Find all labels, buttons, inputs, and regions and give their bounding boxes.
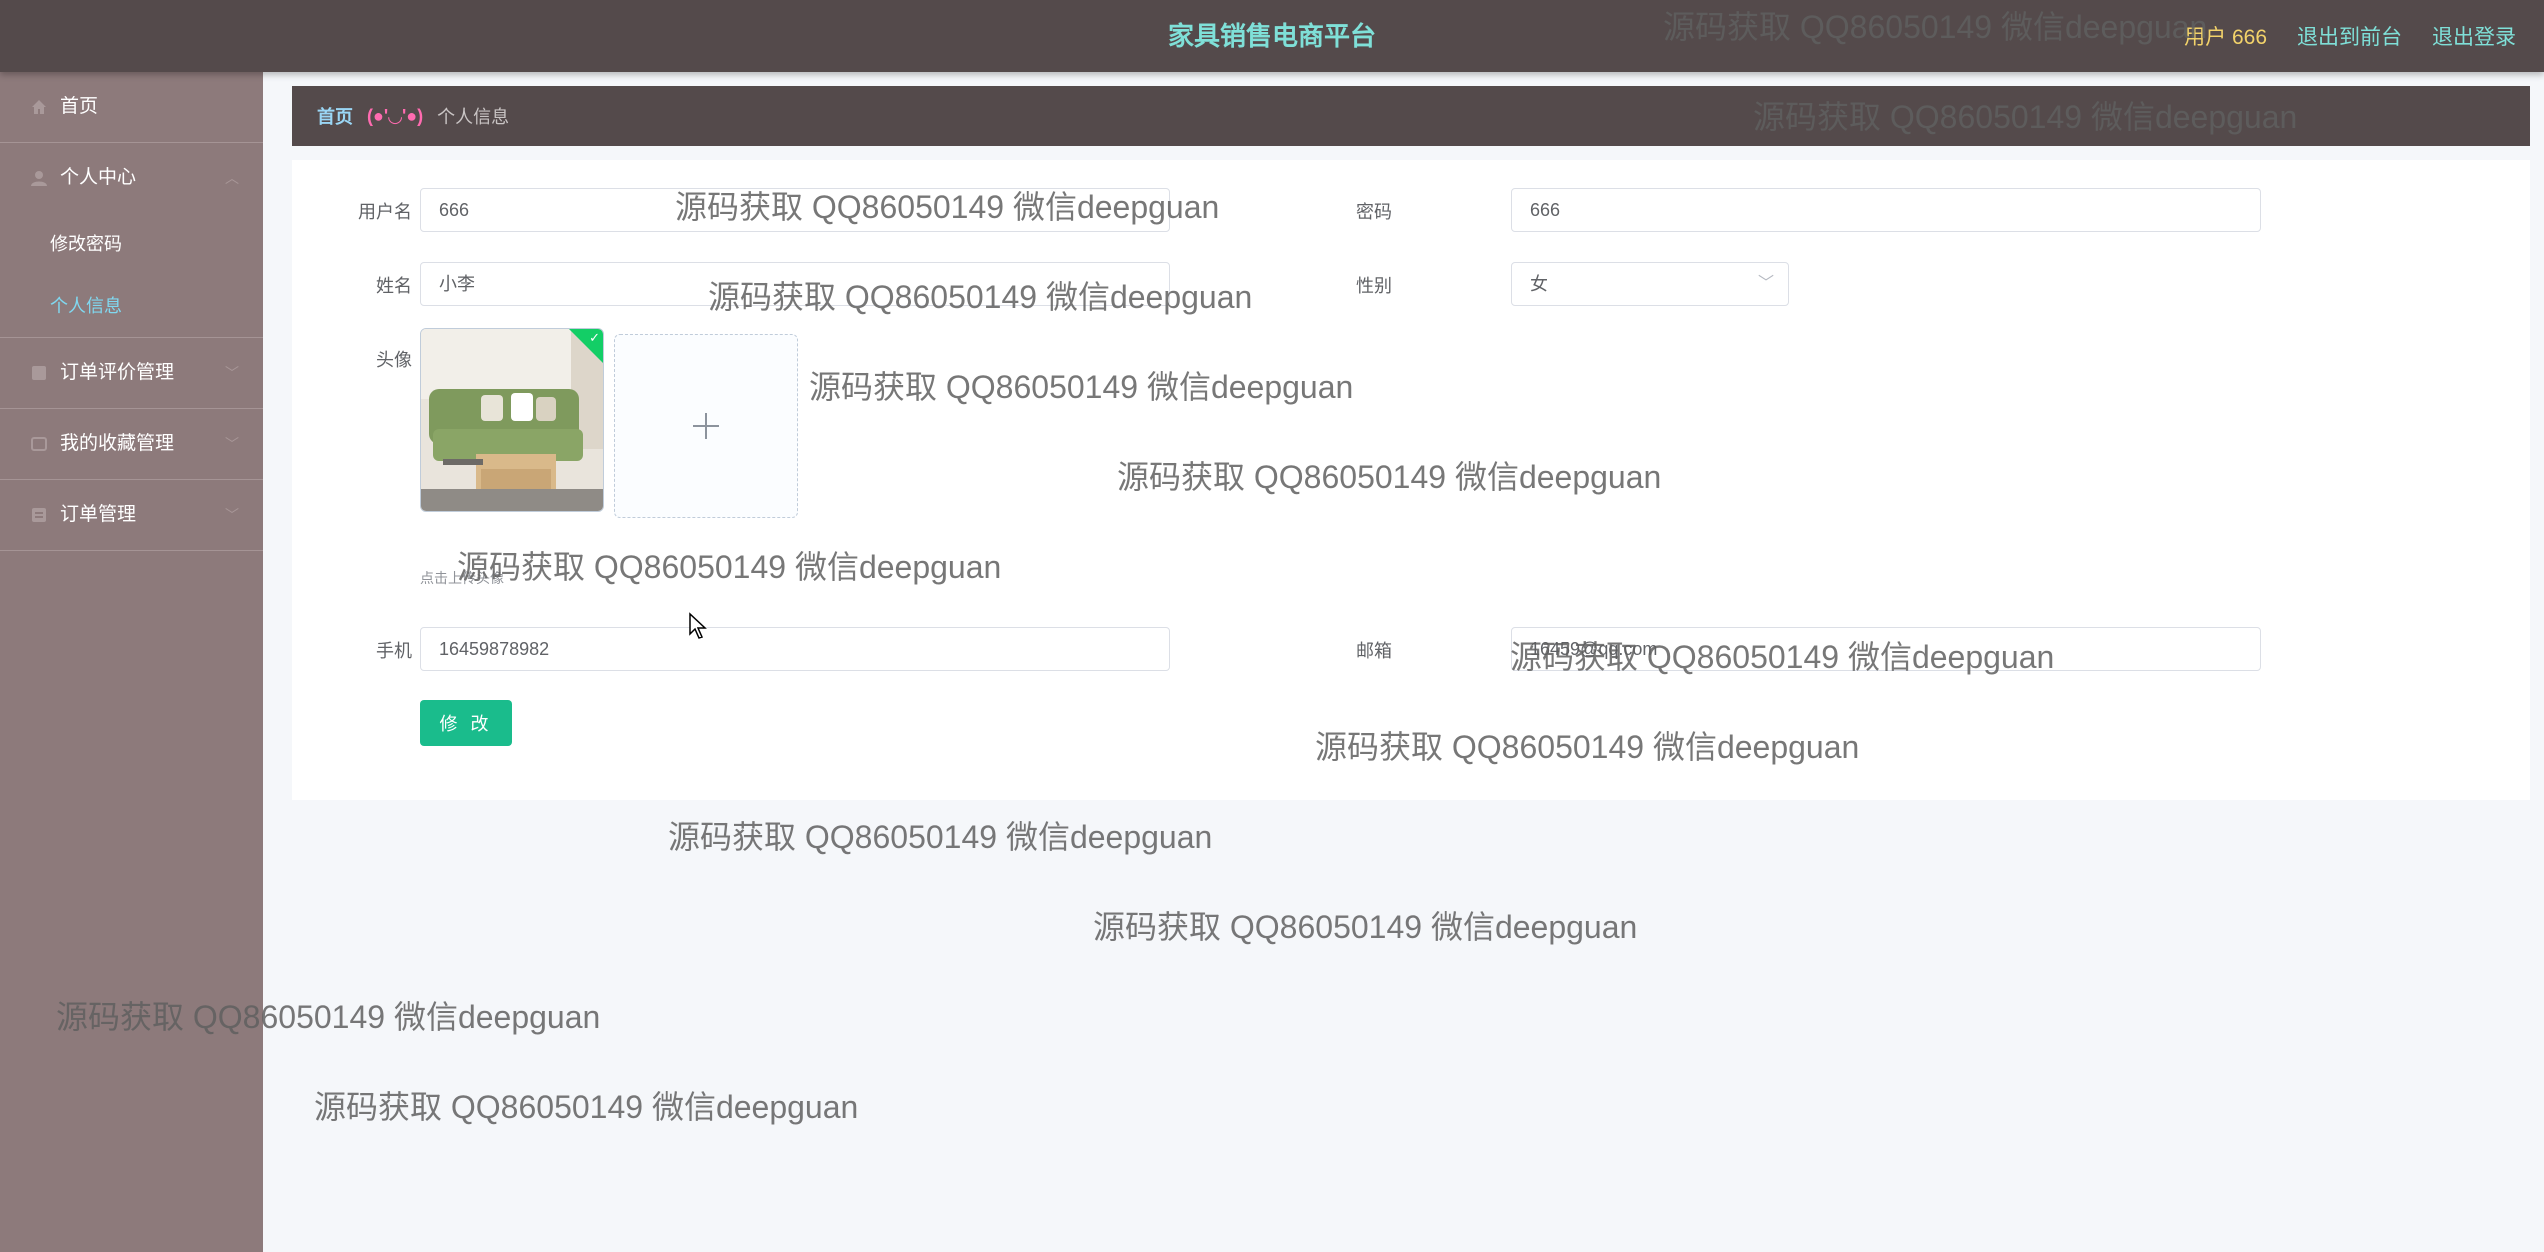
checkmark-icon: ✓ [589, 330, 600, 345]
logout-link[interactable]: 退出登录 [2432, 21, 2516, 51]
sidebar-item-favorites[interactable]: 我的收藏管理 ﹀ [0, 409, 263, 480]
phone-label: 手机 [376, 641, 412, 661]
username-field[interactable]: 666 [420, 188, 1170, 232]
top-right-nav: 用户 666 退出到前台 退出登录 [2184, 0, 2516, 72]
sidebar-item-orders[interactable]: 订单管理 ﹀ [0, 480, 263, 551]
watermark: 源码获取 QQ86050149 微信deepguan [1093, 909, 1638, 945]
phone-field[interactable]: 16459878982 [420, 627, 1170, 671]
sidebar-item-label: 订单评价管理 [60, 362, 175, 383]
submit-button[interactable]: 修 改 [420, 700, 512, 746]
back-to-front-link[interactable]: 退出到前台 [2297, 21, 2402, 51]
sidebar-item-order-review[interactable]: 订单评价管理 ﹀ [0, 338, 263, 409]
user-icon [30, 143, 50, 213]
breadcrumb-current: 个人信息 [437, 107, 510, 127]
sidebar: 首页 个人中心 ︿ 修改密码 个人信息 订单评价管理 ﹀ 我的收藏管理 ﹀ 订单… [0, 72, 263, 1252]
email-field[interactable]: 16459@qq.com [1511, 627, 2261, 671]
sidebar-item-home[interactable]: 首页 [0, 72, 263, 143]
sidebar-item-label: 首页 [60, 96, 99, 117]
upload-tip: 点击上传头像 [420, 570, 504, 586]
chevron-down-icon: ﹀ [1757, 275, 1774, 292]
orders-icon [30, 480, 50, 550]
sidebar-item-change-password[interactable]: 修改密码 [0, 213, 263, 275]
home-icon [30, 72, 50, 142]
sidebar-item-personal-info[interactable]: 个人信息 [0, 275, 263, 337]
gender-select[interactable]: 女 ﹀ [1511, 262, 1789, 306]
avatar-image[interactable]: ✓ [420, 328, 604, 512]
password-field[interactable]: 666 [1511, 188, 2261, 232]
breadcrumb-home[interactable]: 首页 [317, 103, 353, 129]
personal-info-form: 用户名 666 密码 666 姓名 小李 性别 女 ﹀ 头像 ✓ 点击上传头像 … [292, 160, 2530, 800]
watermark: 源码获取 QQ86050149 微信deepguan [314, 1089, 859, 1125]
username-label: 用户名 [358, 202, 412, 222]
sidebar-item-label: 我的收藏管理 [60, 433, 175, 454]
name-field[interactable]: 小李 [420, 262, 1170, 306]
sidebar-item-label: 个人中心 [60, 167, 137, 188]
top-bar: 家具销售电商平台 用户 666 退出到前台 退出登录 [0, 0, 2544, 72]
mouse-cursor-icon [688, 612, 708, 645]
name-label: 姓名 [376, 276, 412, 296]
breadcrumb: 首页 (●'◡'●) 个人信息 [292, 86, 2530, 146]
favorites-icon [30, 409, 50, 479]
gender-select-value: 女 [1530, 274, 1548, 294]
chevron-down-icon: ﹀ [225, 507, 239, 523]
watermark: 源码获取 QQ86050149 微信deepguan [668, 819, 1213, 855]
current-user-label: 用户 666 [2184, 26, 2267, 49]
app-title: 家具销售电商平台 [1167, 21, 1376, 51]
plus-icon [615, 335, 797, 517]
chevron-down-icon: ﹀ [225, 365, 239, 381]
avatar-upload-button[interactable] [614, 334, 798, 518]
sidebar-item-personal-center[interactable]: 个人中心 ︿ [0, 143, 263, 213]
personal-center-submenu: 修改密码 个人信息 [0, 213, 263, 338]
breadcrumb-separator: (●'◡'●) [367, 105, 424, 126]
order-review-icon [30, 338, 50, 408]
gender-label: 性别 [1356, 276, 1392, 296]
chevron-down-icon: ﹀ [225, 436, 239, 452]
password-label: 密码 [1356, 202, 1392, 222]
sidebar-item-label: 订单管理 [60, 504, 137, 525]
chevron-up-icon: ︿ [225, 170, 239, 186]
email-label: 邮箱 [1356, 641, 1392, 661]
avatar-label: 头像 [376, 350, 412, 370]
